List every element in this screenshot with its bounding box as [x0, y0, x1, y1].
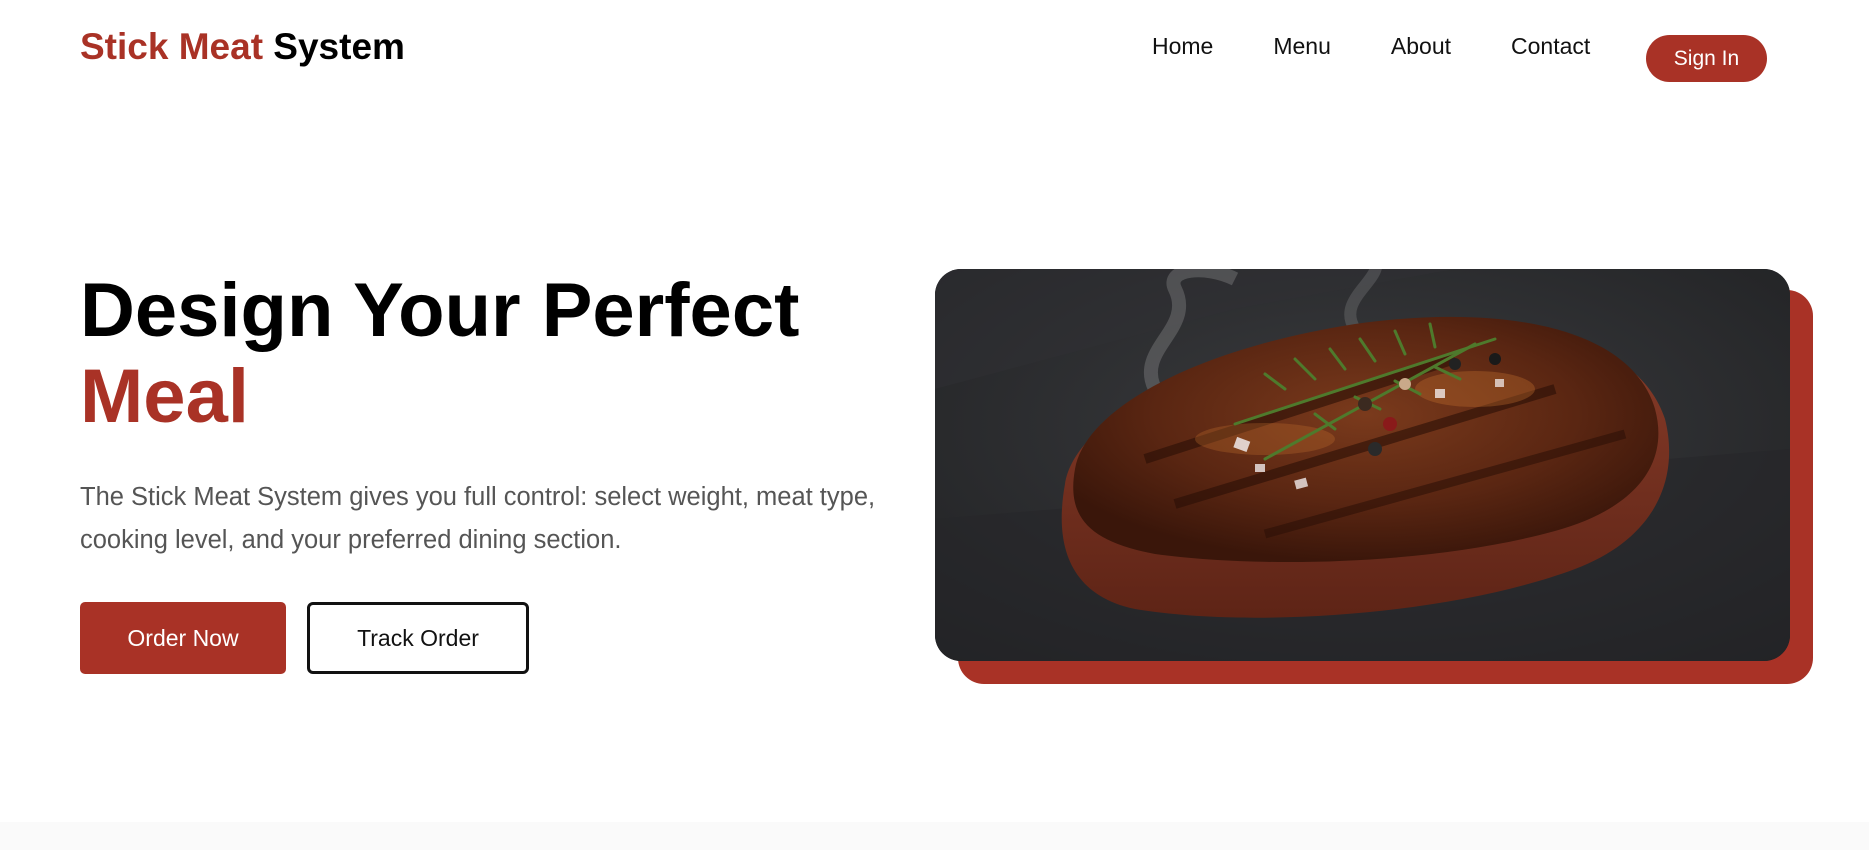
- nav-link-menu[interactable]: Menu: [1273, 33, 1331, 60]
- navbar: Stick Meat System Home Menu About Contac…: [0, 0, 1869, 110]
- order-now-button[interactable]: Order Now: [80, 602, 286, 674]
- site-logo[interactable]: Stick Meat System: [80, 26, 405, 68]
- hero-buttons: Order Now Track Order: [80, 602, 529, 674]
- hero-text: Design Your Perfect Meal The Stick Meat …: [80, 268, 900, 562]
- nav-links: Home Menu About Contact: [1152, 33, 1590, 60]
- track-order-button[interactable]: Track Order: [307, 602, 529, 674]
- nav-link-contact[interactable]: Contact: [1511, 33, 1590, 60]
- sign-in-button[interactable]: Sign In: [1646, 35, 1767, 82]
- nav-link-about[interactable]: About: [1391, 33, 1451, 60]
- hero-headline-line1: Design Your Perfect: [80, 268, 800, 353]
- hero-steak-image: [935, 269, 1790, 661]
- next-section-edge: [0, 822, 1869, 850]
- nav-link-home[interactable]: Home: [1152, 33, 1213, 60]
- logo-accent-text: Stick Meat: [80, 26, 264, 67]
- steak-illustration: [935, 269, 1790, 661]
- hero-headline-line2: Meal: [80, 354, 249, 439]
- hero-subtitle: The Stick Meat System gives you full con…: [80, 483, 876, 554]
- hero-headline: Design Your Perfect Meal: [80, 268, 900, 440]
- logo-text: System: [273, 26, 405, 67]
